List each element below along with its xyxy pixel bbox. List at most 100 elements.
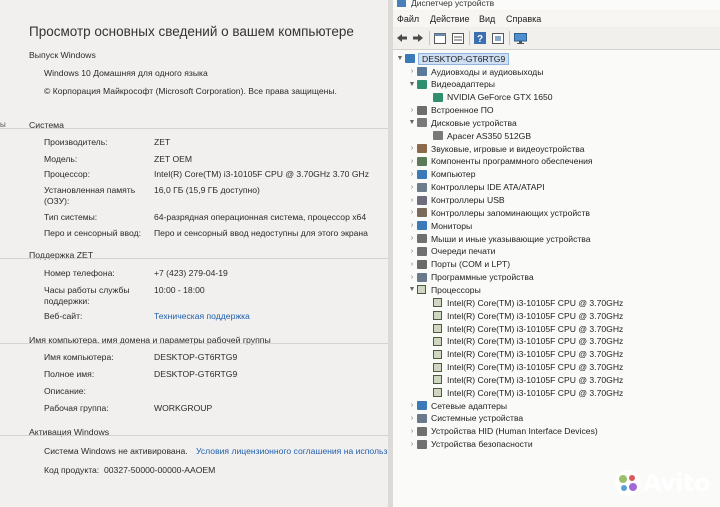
device-item[interactable]: Intel(R) Core(TM) i3-10105F CPU @ 3.70GH… bbox=[423, 373, 623, 386]
device-label: Intel(R) Core(TM) i3-10105F CPU @ 3.70GH… bbox=[447, 297, 624, 308]
software-device-icon bbox=[417, 272, 427, 282]
expand-chevron-icon[interactable]: › bbox=[407, 402, 417, 409]
menu-view[interactable]: Вид bbox=[479, 14, 495, 24]
device-category[interactable]: › Контроллеры USB bbox=[407, 194, 505, 207]
device-label: Системные устройства bbox=[431, 413, 524, 424]
device-label: Видеоадаптеры bbox=[431, 79, 495, 90]
device-category[interactable]: › Устройства HID (Human Interface Devices… bbox=[407, 425, 598, 438]
usb-icon bbox=[417, 195, 427, 205]
processor-icon bbox=[433, 388, 442, 398]
expand-chevron-icon[interactable]: › bbox=[407, 415, 417, 422]
security-icon bbox=[417, 439, 427, 449]
info-value: +7 (423) 279-04-19 bbox=[154, 268, 228, 278]
menu-action[interactable]: Действие bbox=[430, 14, 470, 24]
processor-icon bbox=[433, 336, 442, 346]
expand-chevron-icon[interactable]: › bbox=[407, 274, 417, 281]
device-item[interactable]: Intel(R) Core(TM) i3-10105F CPU @ 3.70GH… bbox=[423, 348, 623, 361]
device-category[interactable]: › Очереди печати bbox=[407, 245, 496, 258]
device-label: Компоненты программного обеспечения bbox=[431, 156, 593, 167]
toolbar: ? bbox=[393, 27, 720, 50]
info-label: Перо и сенсорный ввод: bbox=[44, 228, 142, 238]
device-category[interactable]: › Устройства безопасности bbox=[407, 438, 533, 451]
expand-chevron-icon[interactable]: › bbox=[407, 197, 417, 204]
back-arrow-icon[interactable] bbox=[395, 31, 409, 45]
collapse-chevron-icon[interactable]: ▼ bbox=[407, 286, 417, 293]
device-category[interactable]: ▼ Видеоадаптеры bbox=[407, 78, 495, 91]
info-label: Тип системы: bbox=[44, 212, 98, 222]
device-category[interactable]: › Контроллеры IDE ATA/ATAPI bbox=[407, 181, 545, 194]
device-item[interactable]: Intel(R) Core(TM) i3-10105F CPU @ 3.70GH… bbox=[423, 309, 623, 322]
device-label: Intel(R) Core(TM) i3-10105F CPU @ 3.70GH… bbox=[447, 374, 624, 385]
info-label: Модель: bbox=[44, 154, 78, 164]
device-category[interactable]: › Звуковые, игровые и видеоустройства bbox=[407, 142, 585, 155]
list-icon[interactable] bbox=[451, 31, 465, 45]
expand-chevron-icon[interactable]: › bbox=[407, 428, 417, 435]
license-terms-link[interactable]: Условия лицензионного соглашения на испо… bbox=[196, 446, 387, 456]
device-category[interactable]: › Аудиовходы и аудиовыходы bbox=[407, 65, 544, 78]
device-item[interactable]: Apacer AS350 512GB bbox=[423, 129, 531, 142]
audio-icon bbox=[417, 67, 427, 76]
edition-section-header: Выпуск Windows bbox=[29, 50, 96, 60]
collapse-chevron-icon[interactable]: ▼ bbox=[407, 119, 417, 126]
device-manager-titlebar: Диспетчер устройств bbox=[393, 0, 720, 10]
device-item[interactable]: NVIDIA GeForce GTX 1650 bbox=[423, 91, 553, 104]
device-manager-app-icon bbox=[397, 0, 406, 7]
device-category[interactable]: › Компоненты программного обеспечения bbox=[407, 155, 593, 168]
device-item[interactable]: Intel(R) Core(TM) i3-10105F CPU @ 3.70GH… bbox=[423, 296, 623, 309]
disk-icon bbox=[417, 118, 427, 128]
monitor-icon bbox=[417, 221, 427, 231]
expand-chevron-icon[interactable]: › bbox=[407, 441, 417, 448]
info-value: ZET bbox=[154, 137, 171, 147]
device-label: Устройства безопасности bbox=[431, 439, 533, 450]
expand-chevron-icon[interactable]: › bbox=[407, 261, 417, 268]
update-driver-icon[interactable] bbox=[491, 31, 505, 45]
info-value: 64-разрядная операционная система, проце… bbox=[154, 212, 367, 222]
device-category[interactable]: › Мониторы bbox=[407, 219, 472, 232]
processor-icon bbox=[433, 298, 442, 308]
device-category[interactable]: › Системные устройства bbox=[407, 412, 523, 425]
device-category[interactable]: › Сетевые адаптеры bbox=[407, 399, 507, 412]
processor-icon bbox=[433, 324, 442, 333]
expand-chevron-icon[interactable]: › bbox=[407, 145, 417, 152]
expand-chevron-icon[interactable]: › bbox=[407, 158, 417, 165]
device-item[interactable]: Intel(R) Core(TM) i3-10105F CPU @ 3.70GH… bbox=[423, 361, 623, 374]
device-category[interactable]: › Порты (COM и LPT) bbox=[407, 258, 510, 271]
properties-icon[interactable] bbox=[433, 31, 447, 45]
device-category[interactable]: ▼ Дисковые устройства bbox=[407, 116, 517, 129]
collapse-chevron-icon[interactable]: ▼ bbox=[395, 55, 405, 62]
expand-chevron-icon[interactable]: › bbox=[407, 222, 417, 229]
menu-file[interactable]: Файл bbox=[397, 14, 419, 24]
expand-chevron-icon[interactable]: › bbox=[407, 171, 417, 178]
forward-arrow-icon[interactable] bbox=[411, 31, 425, 45]
device-category[interactable]: › Контроллеры запоминающих устройств bbox=[407, 206, 590, 219]
menu-help[interactable]: Справка bbox=[506, 14, 541, 24]
tree-root[interactable]: ▼ DESKTOP-GT6RTG9 bbox=[395, 52, 510, 65]
device-label: Сетевые адаптеры bbox=[431, 400, 508, 411]
monitor-scan-icon[interactable] bbox=[513, 31, 527, 45]
support-website-link[interactable]: Техническая поддержка bbox=[154, 311, 250, 321]
computer-icon bbox=[405, 54, 415, 63]
device-label: Очереди печати bbox=[431, 246, 496, 257]
info-value: Перо и сенсорный ввод недоступны для это… bbox=[154, 228, 368, 238]
device-item[interactable]: Intel(R) Core(TM) i3-10105F CPU @ 3.70GH… bbox=[423, 335, 623, 348]
expand-chevron-icon[interactable]: › bbox=[407, 248, 417, 255]
device-category[interactable]: › Мыши и иные указывающие устройства bbox=[407, 232, 591, 245]
device-category[interactable]: › Встроенное ПО bbox=[407, 104, 494, 117]
device-category[interactable]: › Программные устройства bbox=[407, 271, 534, 284]
device-label: Устройства HID (Human Interface Devices) bbox=[431, 426, 598, 437]
processor-icon bbox=[433, 375, 442, 385]
expand-chevron-icon[interactable]: › bbox=[407, 107, 417, 114]
device-category[interactable]: › Компьютер bbox=[407, 168, 476, 181]
collapse-chevron-icon[interactable]: ▼ bbox=[407, 81, 417, 88]
device-item[interactable]: Intel(R) Core(TM) i3-10105F CPU @ 3.70GH… bbox=[423, 386, 623, 399]
expand-chevron-icon[interactable]: › bbox=[407, 209, 417, 216]
device-category[interactable]: ▼ Процессоры bbox=[407, 283, 481, 296]
info-value: WORKGROUP bbox=[154, 403, 213, 413]
expand-chevron-icon[interactable]: › bbox=[407, 68, 417, 75]
device-item[interactable]: Intel(R) Core(TM) i3-10105F CPU @ 3.70GH… bbox=[423, 322, 623, 335]
help-icon[interactable]: ? bbox=[473, 31, 487, 45]
display-adapter-icon bbox=[433, 92, 443, 102]
expand-chevron-icon[interactable]: › bbox=[407, 235, 417, 242]
mouse-icon bbox=[417, 234, 427, 244]
expand-chevron-icon[interactable]: › bbox=[407, 184, 417, 191]
